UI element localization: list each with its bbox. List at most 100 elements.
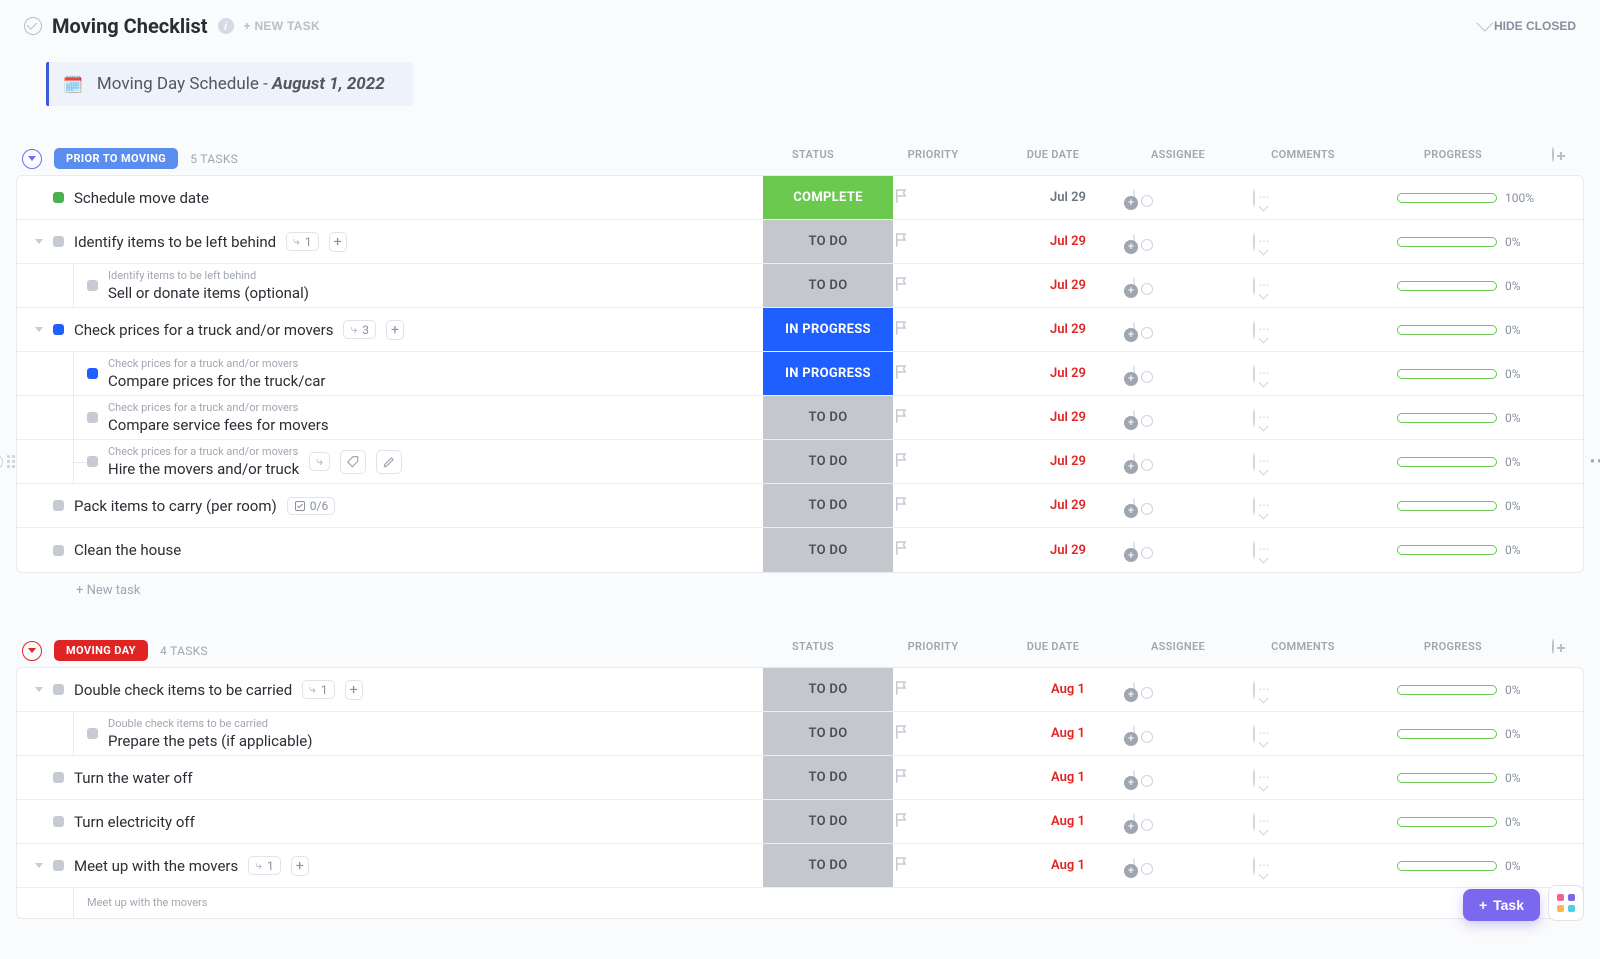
progress-cell[interactable]: 0% (1383, 543, 1553, 557)
comments-cell[interactable] (1253, 454, 1383, 470)
comments-cell[interactable] (1253, 278, 1383, 294)
task-name[interactable]: Compare service fees for movers (108, 416, 329, 434)
priority-cell[interactable] (893, 723, 1003, 745)
expand-icon[interactable] (35, 863, 43, 868)
add-assignee-icon[interactable] (1133, 497, 1135, 515)
progress-cell[interactable]: 100% (1383, 191, 1553, 205)
task-name[interactable]: Sell or donate items (optional) (108, 284, 309, 302)
add-assignee-icon[interactable] (1133, 409, 1135, 427)
comment-icon[interactable] (1253, 725, 1255, 743)
comment-icon[interactable] (1253, 497, 1255, 515)
due-date[interactable]: Jul 29 (1003, 190, 1133, 205)
priority-cell[interactable] (893, 767, 1003, 789)
progress-cell[interactable]: 0% (1383, 279, 1553, 293)
task-name[interactable]: Pack items to carry (per room) (74, 497, 277, 515)
comment-icon[interactable] (1253, 365, 1255, 383)
task-row[interactable]: Check prices for a truck and/or movers H… (17, 440, 1583, 484)
group-label[interactable]: PRIOR TO MOVING (54, 148, 178, 169)
comments-cell[interactable] (1253, 234, 1383, 250)
col-assignee[interactable]: ASSIGNEE (1118, 640, 1238, 653)
comments-cell[interactable] (1253, 410, 1383, 426)
group-collapse-toggle[interactable] (22, 641, 42, 661)
col-status[interactable]: STATUS (748, 640, 878, 653)
col-comments[interactable]: COMMENTS (1238, 148, 1368, 161)
subtask-count[interactable]: 3 (343, 320, 375, 339)
subtask-count[interactable]: 1 (286, 232, 318, 251)
add-assignee-icon[interactable] (1133, 277, 1135, 295)
add-assignee-icon[interactable] (1133, 725, 1135, 743)
assignee-cell[interactable] (1133, 366, 1253, 382)
comment-icon[interactable] (1253, 277, 1255, 295)
task-name[interactable]: Compare prices for the truck/car (108, 372, 326, 390)
status-cell[interactable]: TO DO (763, 528, 893, 572)
due-date[interactable]: Aug 1 (1003, 814, 1133, 829)
checklist-count[interactable]: 0/6 (287, 497, 335, 515)
tag-button[interactable] (340, 450, 366, 474)
task-row[interactable]: Identify items to be left behind 1 + TO … (17, 220, 1583, 264)
expand-icon[interactable] (35, 687, 43, 692)
col-progress[interactable]: PROGRESS (1368, 640, 1538, 653)
task-name[interactable]: Identify items to be left behind (74, 233, 276, 251)
add-subtask-button[interactable]: + (386, 320, 404, 340)
apps-button[interactable] (1548, 885, 1584, 921)
task-row[interactable]: Meet up with the movers (17, 888, 1583, 918)
status-cell[interactable]: IN PROGRESS (763, 308, 893, 351)
status-cell[interactable]: TO DO (763, 440, 893, 483)
due-date[interactable]: Aug 1 (1003, 858, 1133, 873)
comments-cell[interactable] (1253, 814, 1383, 830)
task-row[interactable]: Pack items to carry (per room) 0/6 TO DO… (17, 484, 1583, 528)
group-collapse-toggle[interactable] (22, 149, 42, 169)
task-name[interactable]: Turn the water off (74, 769, 193, 787)
priority-cell[interactable] (893, 407, 1003, 429)
progress-cell[interactable]: 0% (1383, 815, 1553, 829)
col-assignee[interactable]: ASSIGNEE (1118, 148, 1238, 161)
priority-cell[interactable] (893, 275, 1003, 297)
task-row[interactable]: Check prices for a truck and/or movers 3… (17, 308, 1583, 352)
progress-cell[interactable]: 0% (1383, 323, 1553, 337)
due-date[interactable]: Aug 1 (1003, 682, 1133, 697)
add-column-button[interactable] (1552, 639, 1554, 654)
comment-icon[interactable] (1253, 453, 1255, 471)
progress-cell[interactable]: 0% (1383, 683, 1553, 697)
status-cell[interactable]: TO DO (763, 220, 893, 263)
info-icon[interactable]: i (218, 18, 234, 34)
edit-button[interactable] (376, 450, 402, 474)
priority-cell[interactable] (893, 363, 1003, 385)
task-name[interactable]: Meet up with the movers (74, 857, 238, 875)
task-name[interactable]: Clean the house (74, 541, 181, 559)
comments-cell[interactable] (1253, 542, 1383, 558)
task-name[interactable]: Schedule move date (74, 189, 209, 207)
task-row[interactable]: Schedule move date COMPLETE Jul 29 100% (17, 176, 1583, 220)
subtask-count[interactable]: 1 (302, 680, 334, 699)
priority-cell[interactable] (893, 811, 1003, 833)
comment-icon[interactable] (1253, 857, 1255, 875)
comments-cell[interactable] (1253, 498, 1383, 514)
status-cell[interactable]: TO DO (763, 264, 893, 307)
due-date[interactable]: Jul 29 (1003, 322, 1133, 337)
assignee-cell[interactable] (1133, 770, 1253, 786)
progress-cell[interactable]: 0% (1383, 859, 1553, 873)
comment-icon[interactable] (1253, 769, 1255, 787)
task-name[interactable]: Turn electricity off (74, 813, 195, 831)
task-row[interactable]: Meet up with the movers 1 + TO DO Aug 1 … (17, 844, 1583, 888)
row-handle[interactable] (0, 454, 15, 470)
add-assignee-icon[interactable] (1133, 681, 1135, 699)
add-assignee-icon[interactable] (1133, 321, 1135, 339)
expand-icon[interactable] (35, 327, 43, 332)
add-assignee-icon[interactable] (1133, 541, 1135, 559)
assignee-cell[interactable] (1133, 410, 1253, 426)
more-actions-button[interactable]: ••• (1590, 454, 1600, 470)
status-cell[interactable]: TO DO (763, 800, 893, 843)
due-date[interactable]: Aug 1 (1003, 770, 1133, 785)
comment-icon[interactable] (1253, 233, 1255, 251)
progress-cell[interactable]: 0% (1383, 499, 1553, 513)
due-date[interactable]: Jul 29 (1003, 454, 1133, 469)
comments-cell[interactable] (1253, 322, 1383, 338)
add-subtask-button[interactable]: + (291, 856, 309, 876)
expand-icon[interactable] (35, 239, 43, 244)
col-priority[interactable]: PRIORITY (878, 640, 988, 653)
priority-cell[interactable] (893, 231, 1003, 253)
due-date[interactable]: Aug 1 (1003, 726, 1133, 741)
task-name[interactable]: Check prices for a truck and/or movers (74, 321, 333, 339)
assignee-cell[interactable] (1133, 322, 1253, 338)
